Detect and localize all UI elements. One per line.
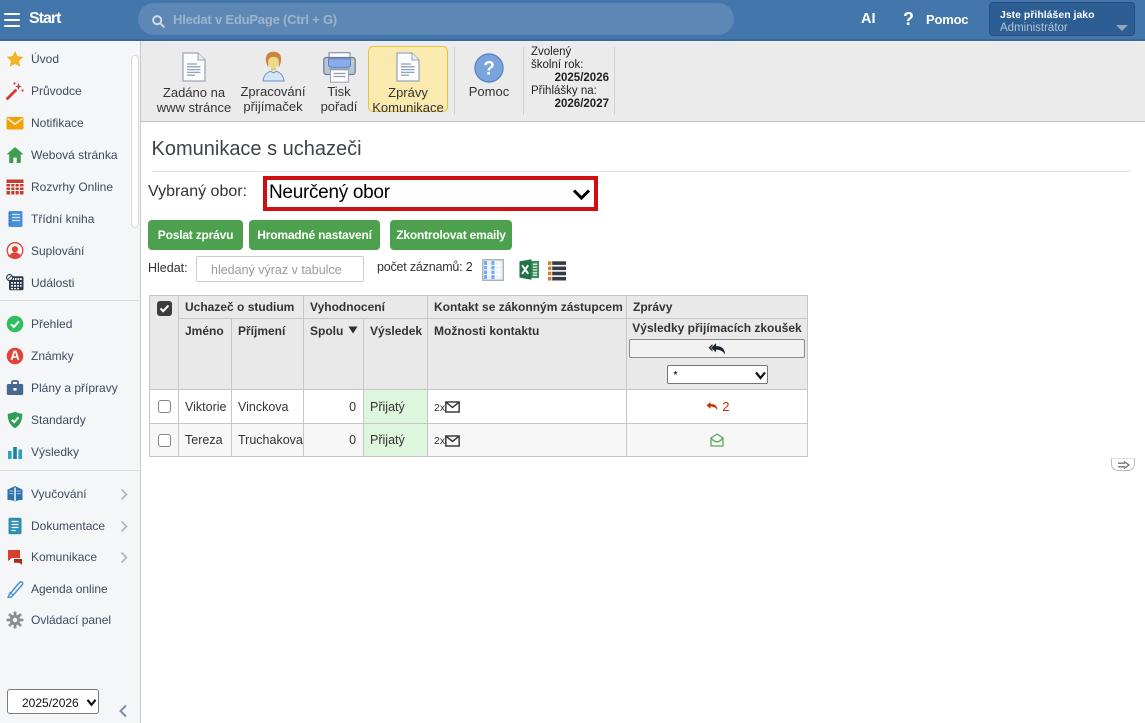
svg-text:?: ? bbox=[483, 59, 495, 80]
